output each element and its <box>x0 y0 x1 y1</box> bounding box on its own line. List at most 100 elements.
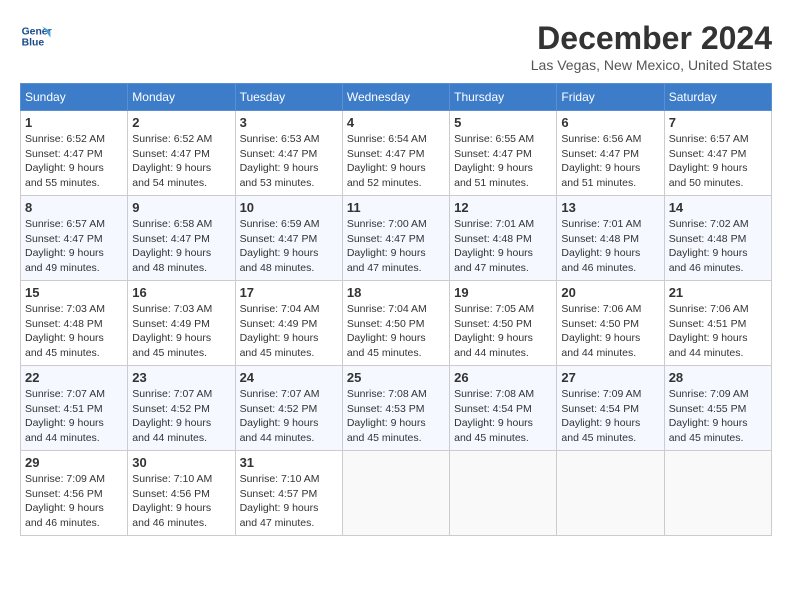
weekday-header: Sunday <box>21 84 128 111</box>
day-number: 11 <box>347 200 445 215</box>
header: General Blue General Blue December 2024 … <box>20 20 772 73</box>
day-info: Sunrise: 7:09 AMSunset: 4:56 PMDaylight:… <box>25 473 105 529</box>
day-number: 24 <box>240 370 338 385</box>
day-info: Sunrise: 6:52 AMSunset: 4:47 PMDaylight:… <box>132 133 212 189</box>
day-number: 10 <box>240 200 338 215</box>
day-info: Sunrise: 7:01 AMSunset: 4:48 PMDaylight:… <box>454 218 534 274</box>
calendar: SundayMondayTuesdayWednesdayThursdayFrid… <box>20 83 772 536</box>
main-title: December 2024 <box>531 20 772 57</box>
day-number: 5 <box>454 115 552 130</box>
day-number: 7 <box>669 115 767 130</box>
weekday-header: Thursday <box>450 84 557 111</box>
calendar-cell: 30 Sunrise: 7:10 AMSunset: 4:56 PMDaylig… <box>128 451 235 536</box>
day-info: Sunrise: 7:02 AMSunset: 4:48 PMDaylight:… <box>669 218 749 274</box>
calendar-cell: 16 Sunrise: 7:03 AMSunset: 4:49 PMDaylig… <box>128 281 235 366</box>
calendar-cell: 17 Sunrise: 7:04 AMSunset: 4:49 PMDaylig… <box>235 281 342 366</box>
calendar-cell: 4 Sunrise: 6:54 AMSunset: 4:47 PMDayligh… <box>342 111 449 196</box>
calendar-cell: 23 Sunrise: 7:07 AMSunset: 4:52 PMDaylig… <box>128 366 235 451</box>
logo-icon: General Blue <box>20 20 52 52</box>
day-number: 8 <box>25 200 123 215</box>
day-info: Sunrise: 7:03 AMSunset: 4:48 PMDaylight:… <box>25 303 105 359</box>
calendar-cell: 20 Sunrise: 7:06 AMSunset: 4:50 PMDaylig… <box>557 281 664 366</box>
calendar-cell: 27 Sunrise: 7:09 AMSunset: 4:54 PMDaylig… <box>557 366 664 451</box>
day-info: Sunrise: 7:03 AMSunset: 4:49 PMDaylight:… <box>132 303 212 359</box>
calendar-cell: 15 Sunrise: 7:03 AMSunset: 4:48 PMDaylig… <box>21 281 128 366</box>
calendar-cell: 8 Sunrise: 6:57 AMSunset: 4:47 PMDayligh… <box>21 196 128 281</box>
weekday-header: Wednesday <box>342 84 449 111</box>
day-info: Sunrise: 7:06 AMSunset: 4:51 PMDaylight:… <box>669 303 749 359</box>
day-info: Sunrise: 7:06 AMSunset: 4:50 PMDaylight:… <box>561 303 641 359</box>
day-number: 21 <box>669 285 767 300</box>
calendar-cell: 18 Sunrise: 7:04 AMSunset: 4:50 PMDaylig… <box>342 281 449 366</box>
calendar-cell: 13 Sunrise: 7:01 AMSunset: 4:48 PMDaylig… <box>557 196 664 281</box>
day-info: Sunrise: 6:54 AMSunset: 4:47 PMDaylight:… <box>347 133 427 189</box>
day-number: 28 <box>669 370 767 385</box>
calendar-week-row: 1 Sunrise: 6:52 AMSunset: 4:47 PMDayligh… <box>21 111 772 196</box>
weekday-header-row: SundayMondayTuesdayWednesdayThursdayFrid… <box>21 84 772 111</box>
day-number: 22 <box>25 370 123 385</box>
day-info: Sunrise: 7:07 AMSunset: 4:51 PMDaylight:… <box>25 388 105 444</box>
day-number: 25 <box>347 370 445 385</box>
weekday-header: Friday <box>557 84 664 111</box>
calendar-cell <box>664 451 771 536</box>
day-number: 31 <box>240 455 338 470</box>
day-number: 16 <box>132 285 230 300</box>
day-number: 9 <box>132 200 230 215</box>
day-info: Sunrise: 7:07 AMSunset: 4:52 PMDaylight:… <box>240 388 320 444</box>
day-number: 15 <box>25 285 123 300</box>
day-info: Sunrise: 6:58 AMSunset: 4:47 PMDaylight:… <box>132 218 212 274</box>
title-area: December 2024 Las Vegas, New Mexico, Uni… <box>531 20 772 73</box>
day-number: 27 <box>561 370 659 385</box>
logo: General Blue General Blue <box>20 20 52 52</box>
day-number: 20 <box>561 285 659 300</box>
calendar-cell: 25 Sunrise: 7:08 AMSunset: 4:53 PMDaylig… <box>342 366 449 451</box>
weekday-header: Saturday <box>664 84 771 111</box>
day-info: Sunrise: 7:04 AMSunset: 4:49 PMDaylight:… <box>240 303 320 359</box>
weekday-header: Tuesday <box>235 84 342 111</box>
calendar-cell: 28 Sunrise: 7:09 AMSunset: 4:55 PMDaylig… <box>664 366 771 451</box>
calendar-cell: 31 Sunrise: 7:10 AMSunset: 4:57 PMDaylig… <box>235 451 342 536</box>
day-info: Sunrise: 7:05 AMSunset: 4:50 PMDaylight:… <box>454 303 534 359</box>
calendar-cell: 2 Sunrise: 6:52 AMSunset: 4:47 PMDayligh… <box>128 111 235 196</box>
calendar-cell: 12 Sunrise: 7:01 AMSunset: 4:48 PMDaylig… <box>450 196 557 281</box>
calendar-cell <box>342 451 449 536</box>
day-info: Sunrise: 6:53 AMSunset: 4:47 PMDaylight:… <box>240 133 320 189</box>
day-info: Sunrise: 6:57 AMSunset: 4:47 PMDaylight:… <box>669 133 749 189</box>
day-number: 30 <box>132 455 230 470</box>
calendar-cell: 26 Sunrise: 7:08 AMSunset: 4:54 PMDaylig… <box>450 366 557 451</box>
day-info: Sunrise: 7:10 AMSunset: 4:57 PMDaylight:… <box>240 473 320 529</box>
calendar-cell: 11 Sunrise: 7:00 AMSunset: 4:47 PMDaylig… <box>342 196 449 281</box>
calendar-week-row: 15 Sunrise: 7:03 AMSunset: 4:48 PMDaylig… <box>21 281 772 366</box>
calendar-week-row: 29 Sunrise: 7:09 AMSunset: 4:56 PMDaylig… <box>21 451 772 536</box>
day-number: 18 <box>347 285 445 300</box>
day-info: Sunrise: 6:56 AMSunset: 4:47 PMDaylight:… <box>561 133 641 189</box>
day-info: Sunrise: 7:01 AMSunset: 4:48 PMDaylight:… <box>561 218 641 274</box>
day-info: Sunrise: 7:08 AMSunset: 4:54 PMDaylight:… <box>454 388 534 444</box>
day-number: 14 <box>669 200 767 215</box>
day-number: 1 <box>25 115 123 130</box>
calendar-cell: 10 Sunrise: 6:59 AMSunset: 4:47 PMDaylig… <box>235 196 342 281</box>
day-info: Sunrise: 7:00 AMSunset: 4:47 PMDaylight:… <box>347 218 427 274</box>
weekday-header: Monday <box>128 84 235 111</box>
day-number: 6 <box>561 115 659 130</box>
calendar-cell: 9 Sunrise: 6:58 AMSunset: 4:47 PMDayligh… <box>128 196 235 281</box>
day-info: Sunrise: 7:10 AMSunset: 4:56 PMDaylight:… <box>132 473 212 529</box>
day-number: 4 <box>347 115 445 130</box>
calendar-week-row: 8 Sunrise: 6:57 AMSunset: 4:47 PMDayligh… <box>21 196 772 281</box>
day-info: Sunrise: 7:09 AMSunset: 4:55 PMDaylight:… <box>669 388 749 444</box>
day-info: Sunrise: 7:04 AMSunset: 4:50 PMDaylight:… <box>347 303 427 359</box>
calendar-cell: 1 Sunrise: 6:52 AMSunset: 4:47 PMDayligh… <box>21 111 128 196</box>
day-number: 23 <box>132 370 230 385</box>
calendar-cell: 3 Sunrise: 6:53 AMSunset: 4:47 PMDayligh… <box>235 111 342 196</box>
day-number: 13 <box>561 200 659 215</box>
calendar-cell: 22 Sunrise: 7:07 AMSunset: 4:51 PMDaylig… <box>21 366 128 451</box>
calendar-cell <box>557 451 664 536</box>
day-number: 3 <box>240 115 338 130</box>
day-info: Sunrise: 6:57 AMSunset: 4:47 PMDaylight:… <box>25 218 105 274</box>
calendar-cell: 19 Sunrise: 7:05 AMSunset: 4:50 PMDaylig… <box>450 281 557 366</box>
day-number: 19 <box>454 285 552 300</box>
calendar-cell: 5 Sunrise: 6:55 AMSunset: 4:47 PMDayligh… <box>450 111 557 196</box>
calendar-cell: 21 Sunrise: 7:06 AMSunset: 4:51 PMDaylig… <box>664 281 771 366</box>
svg-text:Blue: Blue <box>22 38 45 49</box>
calendar-cell: 29 Sunrise: 7:09 AMSunset: 4:56 PMDaylig… <box>21 451 128 536</box>
